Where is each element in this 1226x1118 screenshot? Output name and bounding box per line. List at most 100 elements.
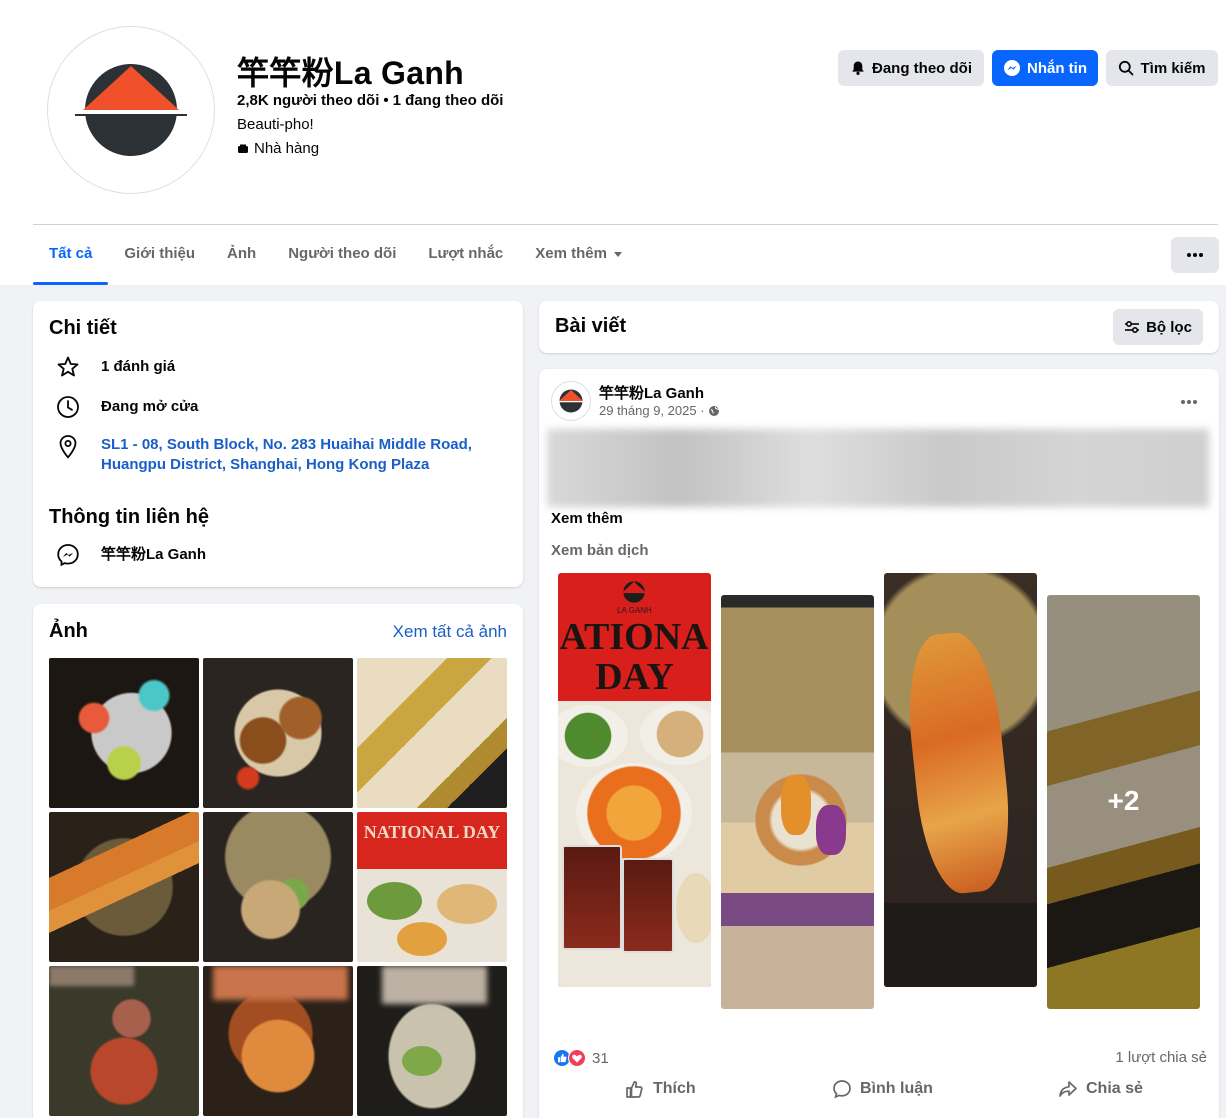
photos-title: Ảnh bbox=[49, 620, 88, 642]
profile-tabs: Tất cả Giới thiệu Ảnh Người theo dõi Lượ… bbox=[33, 232, 639, 285]
photo-thumbnail[interactable]: NATIONAL DAY bbox=[357, 812, 507, 962]
tab-label: Tất cả bbox=[49, 245, 93, 262]
see-all-photos-link[interactable]: Xem tất cả ảnh bbox=[393, 622, 507, 642]
rating-text: 1 đánh giá bbox=[101, 358, 176, 375]
poster-brand-text: LA GANH bbox=[617, 606, 652, 615]
category-label: Nhà hàng bbox=[254, 140, 320, 157]
like-button[interactable]: Thích bbox=[625, 1079, 696, 1099]
posts-header-card: Bài viết Bộ lọc bbox=[539, 301, 1219, 353]
following-button[interactable]: Đang theo dõi bbox=[838, 50, 984, 86]
page-avatar[interactable] bbox=[47, 26, 215, 194]
star-icon bbox=[57, 356, 79, 377]
share-label: Chia sẻ bbox=[1086, 1080, 1143, 1097]
photo-thumbnail[interactable] bbox=[49, 966, 199, 1116]
photo-thumbnail[interactable] bbox=[49, 812, 199, 962]
hours-row: Đang mở cửa bbox=[53, 395, 198, 419]
rating-row[interactable]: 1 đánh giá bbox=[53, 355, 175, 379]
thumbs-up-icon bbox=[626, 1080, 643, 1098]
followers-count[interactable]: 2,8K người theo dõi bbox=[237, 92, 379, 109]
address-link[interactable]: SL1 - 08, South Block, No. 283 Huaihai M… bbox=[101, 435, 472, 475]
see-more-link[interactable]: Xem thêm bbox=[551, 510, 623, 527]
following-button-label: Đang theo dõi bbox=[872, 59, 972, 77]
reactions-count: 31 bbox=[592, 1049, 609, 1067]
more-options-button[interactable] bbox=[1171, 237, 1219, 273]
bell-icon bbox=[852, 61, 864, 75]
comment-button[interactable]: Bình luận bbox=[832, 1079, 933, 1099]
page-bio: Beauti-pho! bbox=[237, 116, 314, 133]
tab-label: Xem thêm bbox=[535, 245, 607, 262]
more-photos-count: +2 bbox=[1107, 785, 1140, 816]
tab-label: Giới thiệu bbox=[124, 245, 196, 262]
filter-icon bbox=[1125, 320, 1140, 334]
clock-icon bbox=[57, 396, 79, 418]
photos-card: Ảnh Xem tất cả ảnh NATIONAL DAY bbox=[33, 604, 523, 1118]
photo-thumbnail[interactable] bbox=[203, 966, 353, 1116]
post-options-button[interactable] bbox=[1181, 391, 1197, 409]
globe-icon bbox=[708, 405, 719, 416]
photo-thumbnail[interactable] bbox=[357, 658, 507, 808]
messenger-icon bbox=[1004, 60, 1020, 76]
details-title: Chi tiết bbox=[49, 317, 117, 339]
like-label: Thích bbox=[653, 1080, 696, 1097]
blurred-post-text bbox=[547, 429, 1209, 507]
photo-thumbnail[interactable] bbox=[49, 658, 199, 808]
page-title: 竿竿粉La Ganh bbox=[237, 55, 465, 91]
logo-icon bbox=[621, 581, 647, 603]
comment-label: Bình luận bbox=[860, 1080, 933, 1097]
logo-icon bbox=[557, 389, 585, 413]
post-author-avatar[interactable] bbox=[551, 381, 591, 421]
contact-title: Thông tin liên hệ bbox=[49, 506, 209, 528]
share-button[interactable]: Chia sẻ bbox=[1058, 1079, 1143, 1099]
tab-label: Lượt nhắc bbox=[428, 245, 504, 262]
post-image[interactable] bbox=[721, 595, 874, 1009]
tab-label: Người theo dõi bbox=[288, 245, 397, 262]
filter-label: Bộ lọc bbox=[1146, 318, 1192, 336]
category-icon bbox=[238, 144, 248, 153]
poster-title-line-1: ATIONA bbox=[559, 616, 709, 658]
photo-thumbnail[interactable] bbox=[203, 658, 353, 808]
post-author-name[interactable]: 竿竿粉La Ganh bbox=[599, 382, 704, 403]
post-card: 竿竿粉La Ganh 29 tháng 9, 2025 · Xem thêm X… bbox=[539, 369, 1219, 1118]
photo-thumbnail[interactable] bbox=[357, 966, 507, 1116]
location-pin-icon bbox=[59, 435, 77, 459]
post-image-more[interactable]: +2 bbox=[1047, 595, 1200, 1009]
details-card: Chi tiết 1 đánh giá Đang mở cửa SL1 - 08… bbox=[33, 301, 523, 587]
address-line-1: SL1 - 08, South Block, No. 283 Huaihai M… bbox=[101, 436, 472, 453]
photo-thumbnail[interactable] bbox=[203, 812, 353, 962]
search-button[interactable]: Tìm kiếm bbox=[1106, 50, 1218, 86]
filter-button[interactable]: Bộ lọc bbox=[1113, 309, 1203, 345]
message-button-label: Nhắn tin bbox=[1027, 59, 1087, 77]
post-image-poster[interactable]: LA GANH ATIONA DAY bbox=[558, 573, 711, 987]
tab-all[interactable]: Tất cả bbox=[33, 232, 109, 285]
caret-down-icon bbox=[613, 252, 622, 257]
messenger-text: 竿竿粉La Ganh bbox=[101, 546, 207, 563]
tab-about[interactable]: Giới thiệu bbox=[108, 232, 211, 285]
post-date[interactable]: 29 tháng 9, 2025 · bbox=[599, 403, 705, 418]
shares-count[interactable]: 1 lượt chia sẻ bbox=[1115, 1049, 1207, 1066]
see-translation-link[interactable]: Xem bản dịch bbox=[551, 542, 649, 559]
hours-text: Đang mở cửa bbox=[101, 398, 199, 415]
profile-header: 竿竿粉La Ganh 2,8K người theo dõi • 1 đang th… bbox=[0, 0, 1226, 285]
ellipsis-icon bbox=[1181, 400, 1197, 404]
page-category: Nhà hàng bbox=[237, 140, 319, 157]
poster-title-line-2: DAY bbox=[595, 656, 674, 698]
address-line-2: Huangpu District, Shanghai, Hong Kong Pl… bbox=[101, 456, 430, 473]
message-button[interactable]: Nhắn tin bbox=[992, 50, 1098, 86]
tab-label: Ảnh bbox=[227, 245, 257, 262]
messenger-row[interactable]: 竿竿粉La Ganh bbox=[53, 543, 206, 567]
love-reaction-icon bbox=[568, 1049, 586, 1067]
address-row[interactable]: SL1 - 08, South Block, No. 283 Huaihai M… bbox=[53, 435, 472, 475]
logo-icon bbox=[75, 64, 187, 156]
following-count[interactable]: 1 đang theo dõi bbox=[393, 92, 504, 109]
post-meta: 29 tháng 9, 2025 · bbox=[599, 403, 720, 418]
tab-followers[interactable]: Người theo dõi bbox=[272, 232, 412, 285]
reactions-summary[interactable]: 31 bbox=[553, 1049, 609, 1067]
comment-icon bbox=[833, 1080, 851, 1099]
posts-title: Bài viết bbox=[555, 315, 627, 337]
tab-mentions[interactable]: Lượt nhắc bbox=[412, 232, 519, 285]
header-divider bbox=[33, 224, 1218, 225]
tab-more[interactable]: Xem thêm bbox=[519, 232, 639, 285]
post-image[interactable] bbox=[884, 573, 1037, 987]
tab-photos[interactable]: Ảnh bbox=[211, 232, 272, 285]
ellipsis-icon bbox=[1187, 253, 1203, 257]
